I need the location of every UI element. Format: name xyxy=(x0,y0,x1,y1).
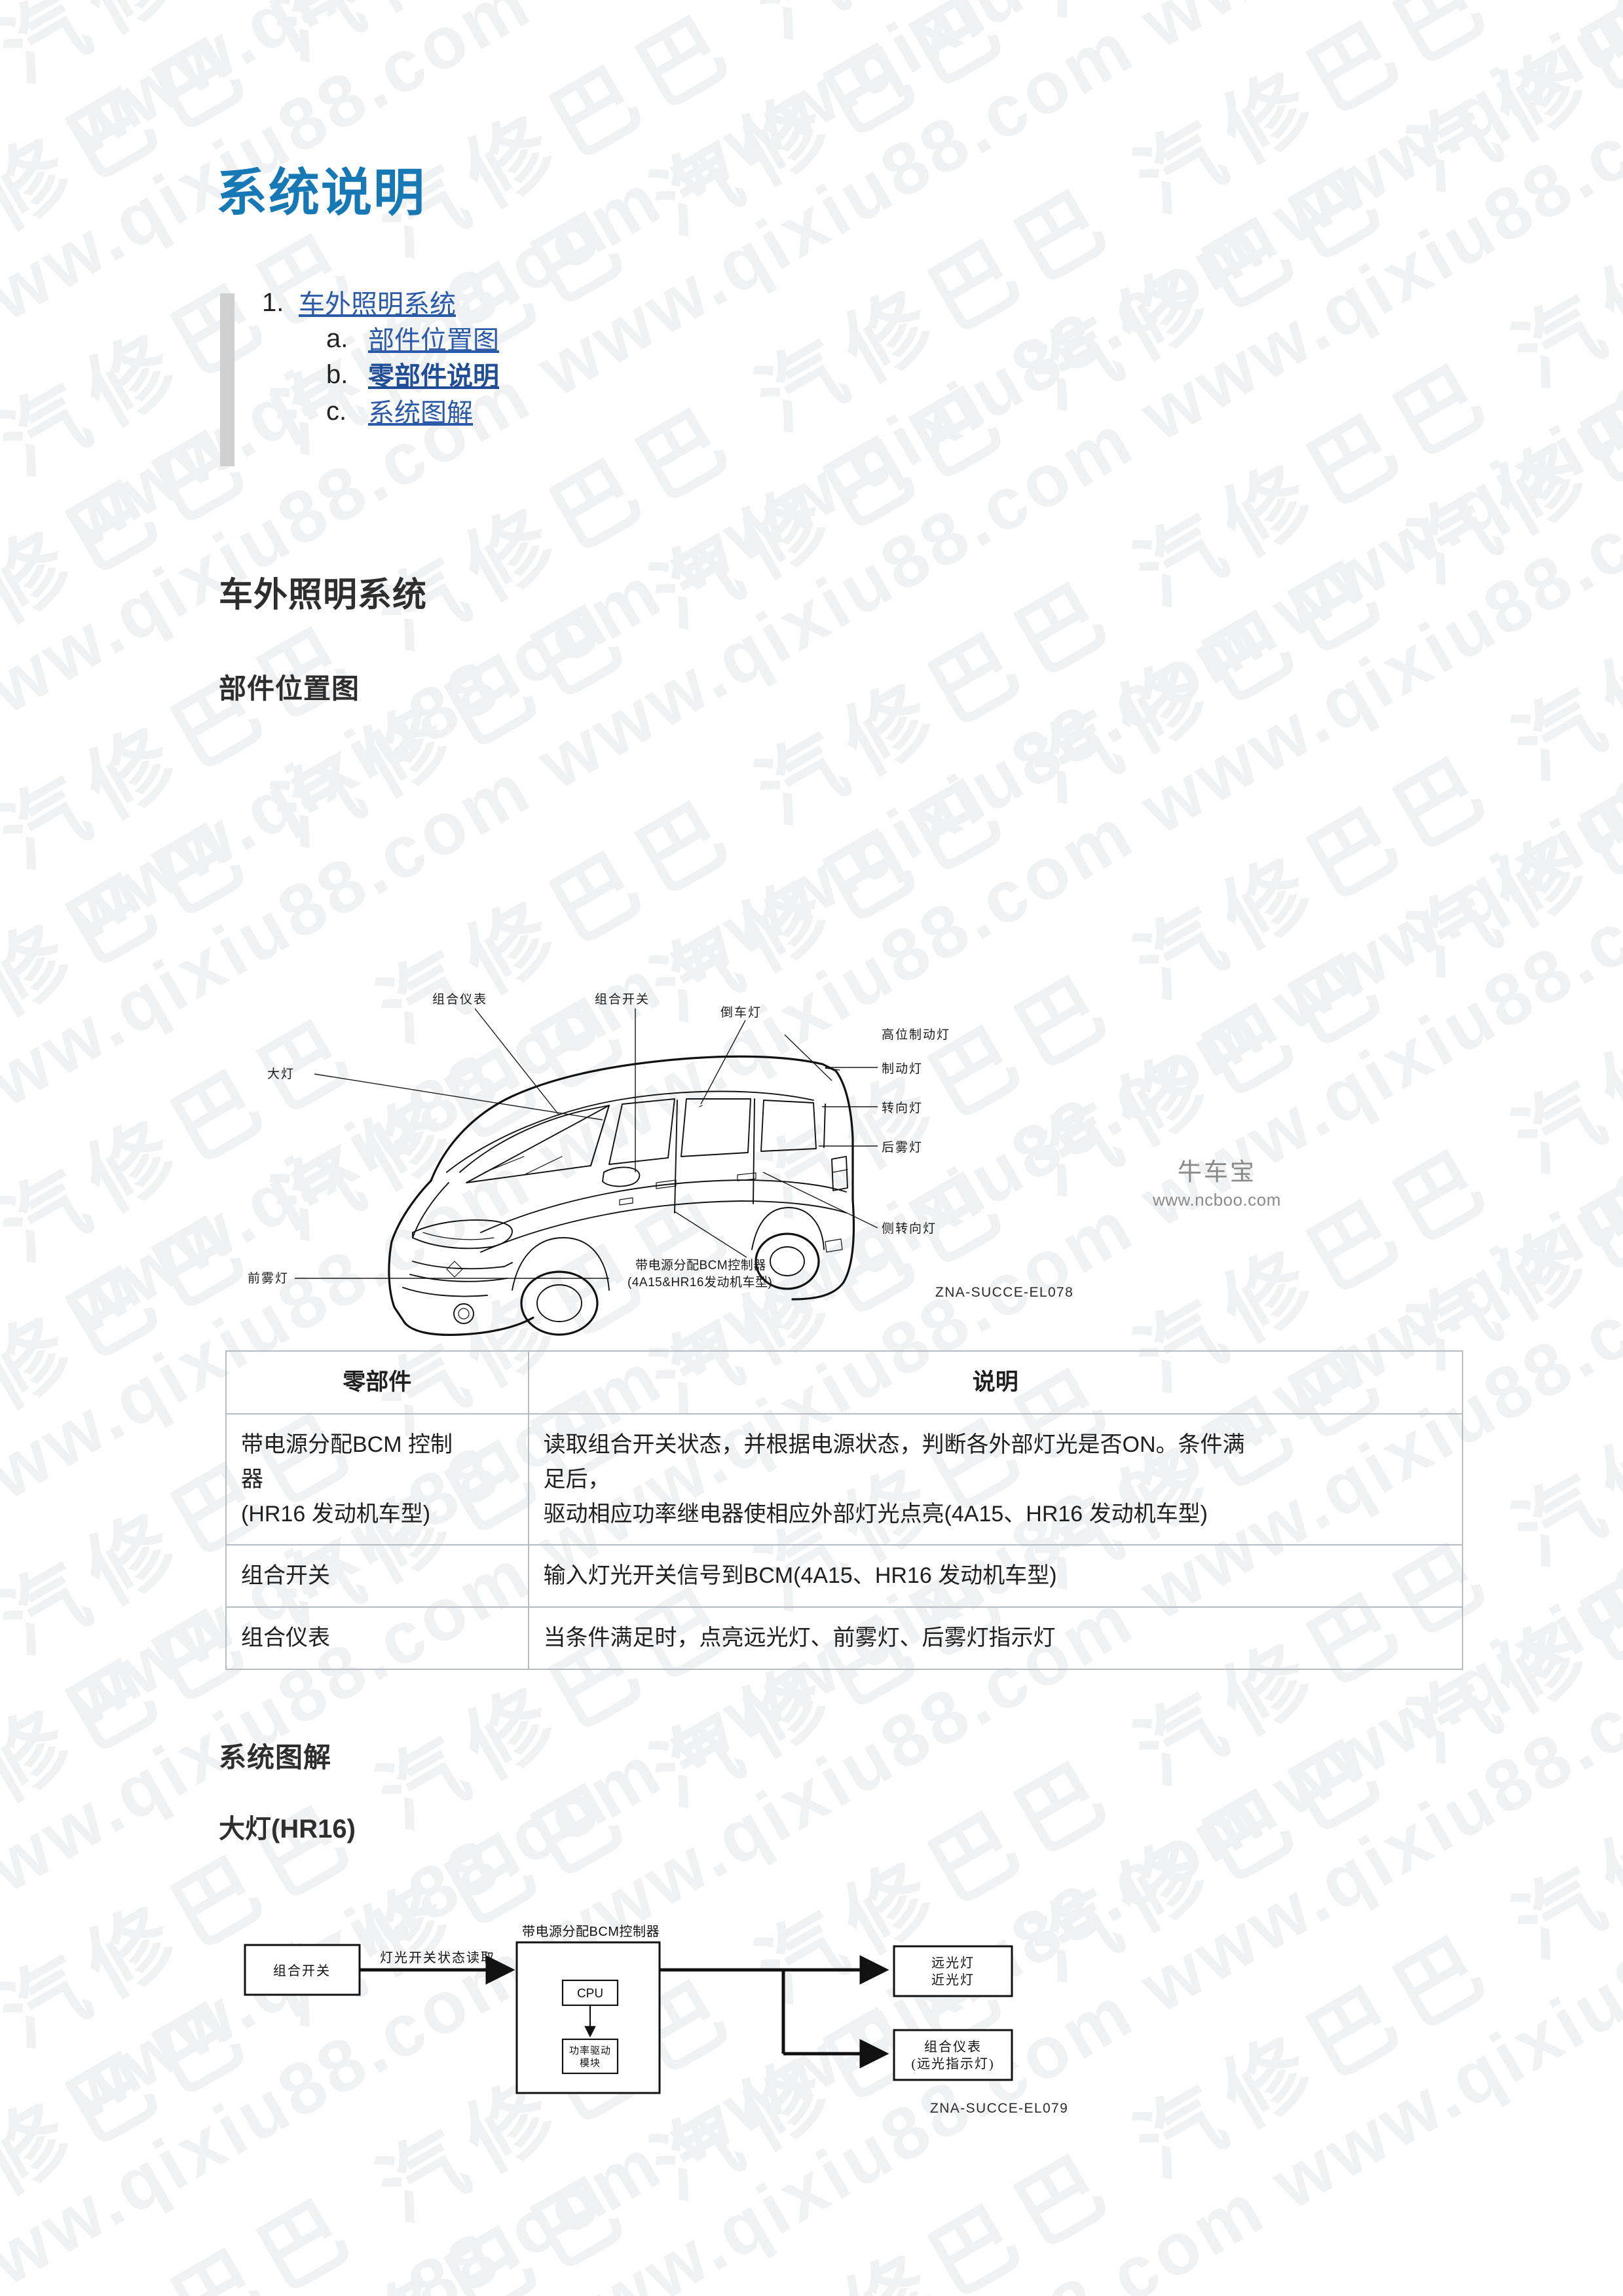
brand-watermark-ncboo: 牛车宝 www.ncboo.com xyxy=(1153,1158,1281,1210)
flow-label-high-beam: 远光灯 xyxy=(931,1955,975,1971)
document-page: 系统说明 1. 车外照明系统 a. 部件位置图 b. 零部件说明 c. 系统图解… xyxy=(0,0,1623,2296)
flow-label-meter: 组合仪表 xyxy=(924,2039,982,2054)
toc-link-component-location[interactable]: 部件位置图 xyxy=(368,324,499,358)
part-line: 器 xyxy=(241,1466,263,1492)
callout-combination-switch: 组合开关 xyxy=(595,992,650,1007)
table-body: 带电源分配BCM 控制 器 (HR16 发动机车型) 读取组合开关状态，并根据电… xyxy=(225,1413,1464,1670)
figure-vehicle-component-location: 组合仪表 组合开关 倒车灯 高位制动灯 制动灯 转向灯 后雾灯 侧转向灯 大灯 … xyxy=(216,714,1415,1336)
toc-item-marker: c. xyxy=(326,396,347,426)
callout-front-fog-lamp: 前雾灯 xyxy=(248,1271,289,1286)
heading-headlamp-hr16: 大灯(HR16) xyxy=(219,1815,356,1843)
table-row: 组合开关 输入灯光开关信号到BCM(4A15、HR16 发动机车型) xyxy=(225,1544,1464,1608)
part-line: 带电源分配BCM 控制 xyxy=(241,1432,453,1458)
flow-label-power-driver-line1: 功率驱动 xyxy=(569,2045,611,2056)
heading-exterior-lighting-system: 车外照明系统 xyxy=(219,576,428,614)
vehicle-illustration xyxy=(388,1055,855,1336)
toc-item-marker: a. xyxy=(326,324,348,354)
desc-line: 读取组合开关状态，并根据电源状态，判断各外部灯光是否ON。条件满 xyxy=(543,1432,1245,1458)
flow-label-bcm-title: 带电源分配BCM控制器 xyxy=(522,1924,660,1939)
part-line: 组合仪表 xyxy=(241,1625,330,1650)
table-row: 带电源分配BCM 控制 器 (HR16 发动机车型) 读取组合开关状态，并根据电… xyxy=(225,1413,1464,1546)
flow-label-cpu: CPU xyxy=(577,1987,603,2001)
toc-link-component-description[interactable]: 零部件说明 xyxy=(368,360,499,394)
flow-node-combination-meter xyxy=(893,2029,1013,2081)
table-header-row: 零部件 说明 xyxy=(225,1350,1464,1415)
heading-component-location: 部件位置图 xyxy=(219,673,360,704)
leader-lines xyxy=(295,1008,878,1279)
heading-system-diagram: 系统图解 xyxy=(219,1742,332,1773)
table-cell-part: 带电源分配BCM 控制 器 (HR16 发动机车型) xyxy=(225,1413,529,1546)
table-header-description: 说明 xyxy=(527,1350,1464,1415)
table-cell-description: 读取组合开关状态，并根据电源状态，判断各外部灯光是否ON。条件满 足后， 驱动相… xyxy=(527,1413,1464,1546)
toc-item-marker: b. xyxy=(326,360,348,390)
part-line: 组合开关 xyxy=(241,1563,330,1589)
flow-label-high-beam-indicator: (远光指示灯) xyxy=(911,2056,994,2071)
toc-level1-list: 1. 车外照明系统 a. 部件位置图 b. 零部件说明 c. 系统图解 xyxy=(220,288,810,430)
flow-label-power-driver-line2: 模块 xyxy=(580,2058,601,2069)
table-row: 组合仪表 当条件满足时，点亮远光灯、前雾灯、后雾灯指示灯 xyxy=(225,1606,1464,1670)
callout-bcm-controller-line1: 带电源分配BCM控制器 xyxy=(635,1258,766,1272)
desc-line: 输入灯光开关信号到BCM(4A15、HR16 发动机车型) xyxy=(543,1563,1057,1589)
flow-node-beam-lamps xyxy=(893,1945,1013,1997)
flow-label-low-beam: 近光灯 xyxy=(931,1972,975,1988)
table-of-contents: 1. 车外照明系统 a. 部件位置图 b. 零部件说明 c. 系统图解 xyxy=(220,288,810,466)
callout-bcm-controller-line2: (4A15&HR16发动机车型) xyxy=(627,1275,772,1289)
toc-level2-list: a. 部件位置图 b. 零部件说明 c. 系统图解 xyxy=(299,324,810,430)
table-cell-description: 当条件满足时，点亮远光灯、前雾灯、后雾灯指示灯 xyxy=(527,1606,1464,1670)
toc-item-component-location: a. 部件位置图 xyxy=(326,324,810,358)
brand-url: www.ncboo.com xyxy=(1153,1189,1281,1210)
callout-rear-fog-lamp: 后雾灯 xyxy=(882,1140,923,1155)
table-cell-part: 组合仪表 xyxy=(225,1606,529,1670)
callout-stop-lamp: 制动灯 xyxy=(882,1062,923,1076)
callout-combination-meter: 组合仪表 xyxy=(432,992,487,1007)
toc-item-component-description: b. 零部件说明 xyxy=(326,360,810,394)
component-description-table: 零部件 说明 带电源分配BCM 控制 器 (HR16 发动机车型) 读取组合开关… xyxy=(225,1350,1464,1670)
flow-label-switch-state-read: 灯光开关状态读取 xyxy=(380,1950,495,1965)
toc-link-system-diagram[interactable]: 系统图解 xyxy=(368,397,473,430)
toc-link-exterior-lighting[interactable]: 车外照明系统 xyxy=(299,288,456,322)
desc-line: 驱动相应功率继电器使相应外部灯光点亮(4A15、HR16 发动机车型) xyxy=(543,1501,1208,1527)
desc-line: 足后， xyxy=(543,1466,610,1492)
toc-accent-bar xyxy=(220,293,234,466)
desc-line: 当条件满足时，点亮远光灯、前雾灯、后雾灯指示灯 xyxy=(543,1625,1056,1650)
table-cell-part: 组合开关 xyxy=(225,1544,529,1608)
brand-name: 牛车宝 xyxy=(1177,1158,1256,1185)
flow-label-combination-switch: 组合开关 xyxy=(273,1963,331,1978)
toc-item-number: 1. xyxy=(262,288,284,317)
callout-headlamp: 大灯 xyxy=(267,1067,295,1081)
toc-item-exterior-lighting: 1. 车外照明系统 a. 部件位置图 b. 零部件说明 c. 系统图解 xyxy=(262,288,810,430)
callout-turn-signal-lamp: 转向灯 xyxy=(882,1101,923,1115)
page-title: 系统说明 xyxy=(216,164,426,221)
toc-item-system-diagram: c. 系统图解 xyxy=(326,397,810,430)
table-cell-description: 输入灯光开关信号到BCM(4A15、HR16 发动机车型) xyxy=(527,1544,1464,1608)
table-head: 零部件 说明 xyxy=(225,1350,1464,1415)
figure-code-flow: ZNA-SUCCE-EL079 xyxy=(930,2101,1069,2116)
figure-headlamp-system-flow: 组合开关 灯光开关状态读取 带电源分配BCM控制器 CPU 功率驱动 模块 远光… xyxy=(216,1899,1415,2135)
table-header-part: 零部件 xyxy=(225,1350,529,1415)
callout-reverse-lamp: 倒车灯 xyxy=(720,1005,762,1020)
callout-side-turn-signal-lamp: 侧转向灯 xyxy=(882,1221,937,1236)
callout-high-mount-stop-lamp: 高位制动灯 xyxy=(882,1028,950,1042)
part-line: (HR16 发动机车型) xyxy=(241,1501,431,1527)
figure-code-vehicle: ZNA-SUCCE-EL078 xyxy=(935,1285,1074,1300)
